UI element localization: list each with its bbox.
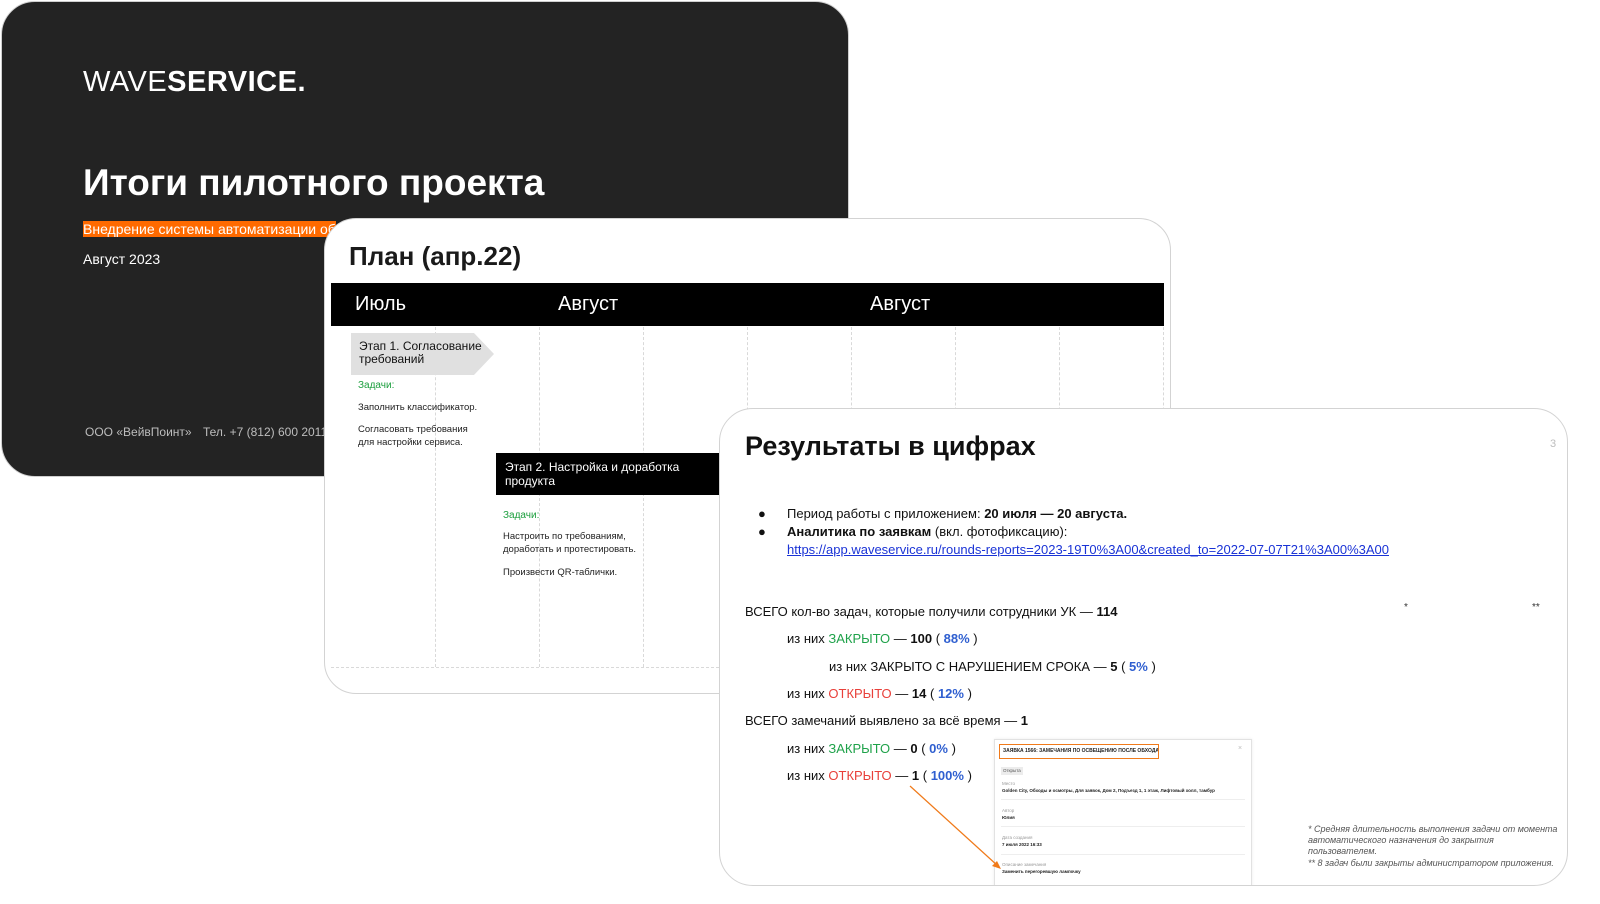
tasks-closed-row: из них ЗАКРЫТО — 100 ( 88% ): [787, 631, 978, 646]
stage-1-task: Заполнить классификатор.: [358, 402, 478, 413]
closed-status: ЗАКРЫТО: [828, 631, 891, 646]
company-phone: Тел. +7 (812) 600 2011: [203, 425, 328, 439]
row-label: ВСЕГО кол-во задач, которые получили сот…: [745, 604, 1097, 619]
month-label: Август: [558, 293, 619, 315]
divider: [1001, 854, 1245, 855]
results-slide: Результаты в цифрах 3 ● Период работы с …: [719, 408, 1568, 886]
row-value: 0: [910, 741, 918, 756]
bullet-text: (вкл. фотофиксацию):: [931, 524, 1068, 539]
slide-title: Итоги пилотного проекта: [83, 162, 545, 203]
stage-2-task: Произвести QR-таблички.: [503, 567, 618, 578]
divider: [1001, 826, 1245, 827]
footnote-marker: **: [1532, 602, 1540, 613]
created-value: 7 июля 2022 16:33: [1002, 842, 1042, 847]
place-value: Golden City, Обходы и осмотры, Для заяво…: [1002, 788, 1215, 793]
slide-subtitle: Внедрение системы автоматизации об: [83, 221, 336, 237]
description-value: Заменить перегоревшую лампочку: [1002, 869, 1081, 874]
bullet-text: Период работы с приложением:: [787, 506, 985, 521]
row-percent: 88%: [943, 631, 970, 646]
close-icon: ×: [1238, 745, 1243, 752]
row-value: 14: [911, 686, 927, 701]
open-status: ОТКРЫТО: [828, 768, 892, 783]
footnote: * Средняя длительность выполнения задачи…: [1308, 824, 1558, 856]
footnote-marker: *: [1404, 602, 1408, 613]
row-percent: 0%: [929, 741, 948, 756]
status-badge: Открыта: [1001, 767, 1023, 775]
author-value: Юлия: [1002, 815, 1015, 820]
bullet-bold: Аналитика по заявкам: [787, 524, 932, 539]
row-value: 1: [911, 768, 920, 783]
waveservice-logo: WAVESERVICE.: [83, 64, 306, 100]
author-label: Автор: [1002, 808, 1015, 813]
stage-1-arrow: Этап 1. Согласование требований: [351, 333, 494, 375]
month-label: Август: [870, 293, 931, 315]
bullet-dot: ●: [758, 524, 766, 539]
place-label: Место: [1002, 781, 1016, 786]
row-value: 5: [1110, 659, 1118, 674]
slide-date: Август 2023: [83, 251, 161, 267]
remarks-closed-row: из них ЗАКРЫТО — 0 ( 0% ): [787, 741, 956, 756]
bullet-bold: 20 июля — 20 августа.: [984, 506, 1128, 521]
row-prefix: из них: [787, 631, 829, 646]
row-prefix: из них: [787, 768, 829, 783]
remarks-total-row: ВСЕГО замечаний выявлено за всё время — …: [745, 713, 1028, 729]
created-label: Дата создания: [1002, 835, 1033, 840]
remarks-open-row: из них ОТКРЫТО — 1 ( 100% ): [787, 768, 972, 783]
bullet-item-analytics: Аналитика по заявкам (вкл. фотофиксацию)…: [787, 524, 1067, 540]
stage-2-task: Настроить по требованиям, доработать и п…: [503, 531, 637, 555]
row-label: ВСЕГО замечаний выявлено за всё время —: [745, 713, 1021, 728]
row-value: 114: [1096, 604, 1118, 619]
slide-title: Результаты в цифрах: [745, 431, 1036, 461]
timeline-header: Июль Август Август: [331, 283, 1164, 326]
slide-title: План (апр.22): [349, 241, 522, 271]
open-status: ОТКРЫТО: [828, 686, 892, 701]
pointer-arrow-line: [909, 785, 999, 867]
month-label: Июль: [355, 293, 407, 315]
row-prefix: из них: [787, 741, 829, 756]
request-card-screenshot: ЗАЯВКА 1566: ЗАМЕЧАНИЯ ПО ОСВЕЩЕНИЮ ПОСЛ…: [994, 739, 1252, 885]
tasks-overdue-row: из них ЗАКРЫТО С НАРУШЕНИЕМ СРОКА — 5 ( …: [829, 659, 1156, 674]
row-value: 100: [910, 631, 933, 646]
footnote: ** 8 задач были закрыты администратором …: [1308, 858, 1554, 868]
stage-1-tasks-label: Задачи:: [358, 380, 395, 391]
row-label: из них ЗАКРЫТО С НАРУШЕНИЕМ СРОКА —: [829, 659, 1111, 674]
page-number: 3: [1550, 438, 1557, 450]
tasks-open-row: из них ОТКРЫТО — 14 ( 12% ): [787, 686, 972, 701]
grid-line: [435, 327, 436, 667]
row-percent: 12%: [937, 686, 964, 701]
stage-1-task: Согласовать требования для настройки сер…: [358, 424, 468, 448]
bullet-item-period: Период работы с приложением: 20 июля — 2…: [787, 506, 1127, 522]
stage-2-tasks-label: Задачи:: [503, 510, 540, 521]
logo-light-part: WAVE: [83, 66, 168, 98]
stage-2-bar: Этап 2. Настройка и доработка продукта: [496, 453, 726, 495]
description-label: Описание замечания: [1002, 862, 1047, 867]
closed-status: ЗАКРЫТО: [828, 741, 891, 756]
analytics-link[interactable]: https://app.waveservice.ru/rounds-report…: [787, 542, 1389, 558]
row-percent: 100%: [930, 768, 964, 783]
grid-line: [643, 327, 644, 667]
grid-line: [539, 327, 540, 667]
bullet-dot: ●: [758, 506, 766, 521]
company-name: ООО «ВейвПоинт»: [85, 425, 192, 439]
logo-bold-part: SERVICE.: [167, 66, 307, 98]
divider: [1001, 799, 1245, 800]
row-value: 1: [1020, 713, 1029, 728]
row-prefix: из них: [787, 686, 829, 701]
row-percent: 5%: [1129, 659, 1148, 674]
tasks-total-row: ВСЕГО кол-во задач, которые получили сот…: [745, 604, 1117, 620]
request-card-title: ЗАЯВКА 1566: ЗАМЕЧАНИЯ ПО ОСВЕЩЕНИЮ ПОСЛ…: [999, 744, 1159, 759]
